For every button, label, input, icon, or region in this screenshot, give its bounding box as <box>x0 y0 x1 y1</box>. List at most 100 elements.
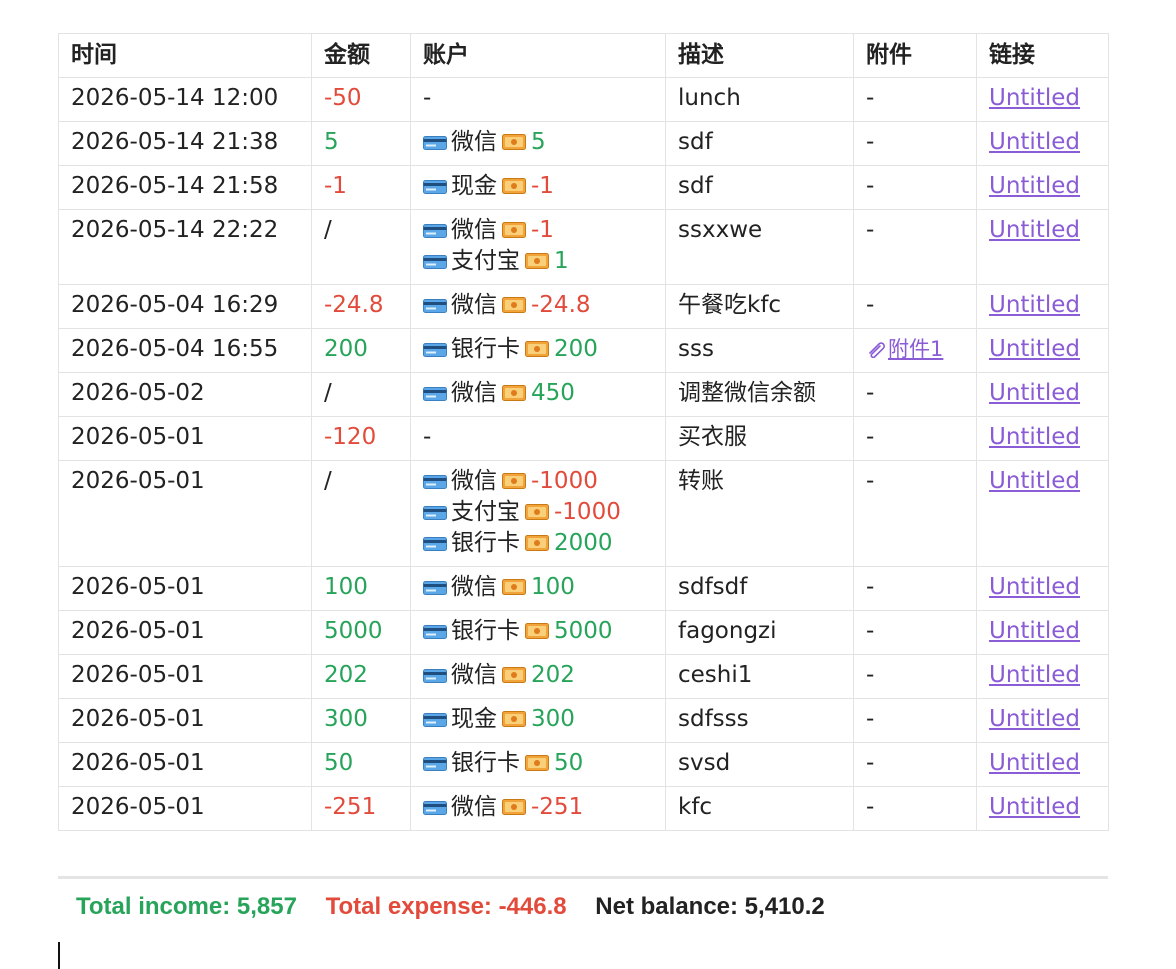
account-cell: 微信 202 <box>410 654 666 699</box>
account-cell: 现金 -1 <box>410 165 666 210</box>
credit-card-icon <box>423 705 447 727</box>
money-icon <box>502 172 526 194</box>
account-amount: 5 <box>531 129 546 155</box>
description-cell: lunch <box>665 77 854 122</box>
table-row: 2026-05-04 16:55 200 银行卡 200 sss 附件1 Untitled <box>58 328 1109 373</box>
link-cell: Untitled <box>976 284 1109 329</box>
account-amount: 5000 <box>554 618 613 644</box>
account-amount: 100 <box>531 574 575 600</box>
account-entry: 现金 -1 <box>423 171 653 202</box>
money-icon <box>525 749 549 771</box>
attachment-cell: - <box>853 460 977 567</box>
record-link[interactable]: Untitled <box>989 574 1080 600</box>
time-cell: 2026-05-01 <box>58 786 312 831</box>
account-cell: 银行卡 200 <box>410 328 666 373</box>
attachment-cell: - <box>853 416 977 461</box>
table-body: 2026-05-14 12:00 -50- lunch - Untitled 2026-0… <box>58 77 1109 831</box>
paperclip-icon <box>866 336 888 359</box>
table-row: 2026-05-01 50 银行卡 50 svsd - Untitled <box>58 742 1109 787</box>
total-expense: Total expense: -446.8 <box>325 893 567 920</box>
account-cell: 微信 -24.8 <box>410 284 666 329</box>
description-cell: 买衣服 <box>665 416 854 461</box>
time-cell: 2026-05-01 <box>58 566 312 611</box>
record-link[interactable]: Untitled <box>989 424 1080 450</box>
attachment-empty: - <box>866 794 875 820</box>
total-income: Total income: 5,857 <box>76 893 297 920</box>
account-cell: 微信 100 <box>410 566 666 611</box>
account-name: 微信 <box>451 662 497 688</box>
account-name: 现金 <box>451 706 497 732</box>
amount-cell: / <box>311 460 411 567</box>
table-row: 2026-05-01 -251 微信 -251 kfc - Untitled <box>58 786 1109 831</box>
account-amount: -1000 <box>531 468 598 494</box>
account-cell: 微信 -1000 支付宝 -1000 银行卡 2000 <box>410 460 666 567</box>
link-cell: Untitled <box>976 416 1109 461</box>
description-cell: 调整微信余额 <box>665 372 854 417</box>
record-link[interactable]: Untitled <box>989 217 1080 243</box>
link-cell: Untitled <box>976 209 1109 285</box>
record-link[interactable]: Untitled <box>989 794 1080 820</box>
link-cell: Untitled <box>976 165 1109 210</box>
table-header-row: 时间 金额 账户 描述 附件 链接 <box>58 33 1109 78</box>
account-amount: -251 <box>531 794 584 820</box>
account-amount: -24.8 <box>531 292 591 318</box>
attachment-empty: - <box>866 574 875 600</box>
money-icon <box>525 529 549 551</box>
link-cell: Untitled <box>976 77 1109 122</box>
record-link[interactable]: Untitled <box>989 380 1080 406</box>
record-link[interactable]: Untitled <box>989 662 1080 688</box>
description-cell: 转账 <box>665 460 854 567</box>
attachment-empty: - <box>866 468 875 494</box>
record-link[interactable]: Untitled <box>989 468 1080 494</box>
account-name: 微信 <box>451 292 497 318</box>
account-amount: 200 <box>554 336 598 362</box>
time-cell: 2026-05-01 <box>58 742 312 787</box>
account-name: 微信 <box>451 794 497 820</box>
amount-cell: -120 <box>311 416 411 461</box>
account-entry: 支付宝 1 <box>423 246 653 277</box>
account-entry: 银行卡 50 <box>423 748 653 779</box>
credit-card-icon <box>423 498 447 520</box>
account-amount: 300 <box>531 706 575 732</box>
account-entry: 现金 300 <box>423 704 653 735</box>
time-cell: 2026-05-01 <box>58 460 312 567</box>
amount-cell: 5 <box>311 121 411 166</box>
account-cell: 银行卡 5000 <box>410 610 666 655</box>
attachment-empty: - <box>866 424 875 450</box>
record-link[interactable]: Untitled <box>989 750 1080 776</box>
link-cell: Untitled <box>976 372 1109 417</box>
credit-card-icon <box>423 661 447 683</box>
account-entry: 微信 -24.8 <box>423 290 653 321</box>
money-icon <box>525 335 549 357</box>
record-link[interactable]: Untitled <box>989 173 1080 199</box>
description-cell: ssxxwe <box>665 209 854 285</box>
account-cell: 微信 -1 支付宝 1 <box>410 209 666 285</box>
attachment-empty: - <box>866 706 875 732</box>
description-cell: 午餐吃kfc <box>665 284 854 329</box>
table-row: 2026-05-01 5000 银行卡 5000 fagongzi - Untitled <box>58 610 1109 655</box>
record-link[interactable]: Untitled <box>989 618 1080 644</box>
time-cell: 2026-05-14 21:38 <box>58 121 312 166</box>
account-name: 银行卡 <box>451 336 520 362</box>
attachment-link[interactable]: 附件1 <box>866 337 943 361</box>
link-cell: Untitled <box>976 698 1109 743</box>
time-cell: 2026-05-14 21:58 <box>58 165 312 210</box>
header-link: 链接 <box>976 33 1109 78</box>
attachment-cell: - <box>853 372 977 417</box>
money-icon <box>502 467 526 489</box>
account-entry: 微信 -1 <box>423 215 653 246</box>
record-link[interactable]: Untitled <box>989 85 1080 111</box>
record-link[interactable]: Untitled <box>989 706 1080 732</box>
text-cursor <box>58 942 60 969</box>
attachment-cell: - <box>853 209 977 285</box>
attachment-cell: - <box>853 284 977 329</box>
money-icon <box>502 291 526 313</box>
description-cell: sdfsdf <box>665 566 854 611</box>
record-link[interactable]: Untitled <box>989 336 1080 362</box>
account-cell: 现金 300 <box>410 698 666 743</box>
amount-cell: 100 <box>311 566 411 611</box>
account-name: 银行卡 <box>451 530 520 556</box>
record-link[interactable]: Untitled <box>989 292 1080 318</box>
record-link[interactable]: Untitled <box>989 129 1080 155</box>
account-cell: 微信 450 <box>410 372 666 417</box>
